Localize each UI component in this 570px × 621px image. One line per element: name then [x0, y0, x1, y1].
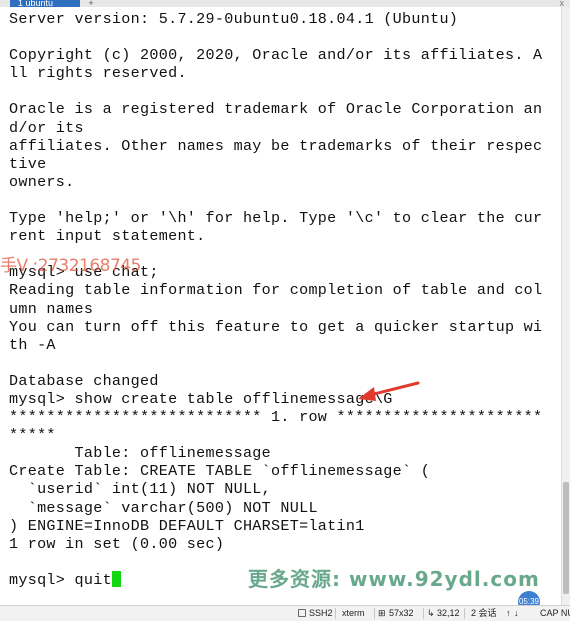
terminal-line: Create Table: CREATE TABLE `offlinemessa…	[9, 462, 431, 481]
divider	[335, 608, 336, 619]
vertical-scrollbar[interactable]	[561, 7, 570, 605]
status-bar: SSH2 xterm ⊞ 57x32 ↳ 32,12 2 会话 ↑ ↓ CAP …	[0, 605, 570, 621]
terminal-line: rent input statement.	[9, 227, 206, 246]
terminal-line: affiliates. Other names may be trademark…	[9, 136, 543, 155]
terminal-size-icon: ⊞	[378, 608, 386, 618]
terminal-line: tive	[9, 154, 47, 173]
caps-indicator: CAP NU	[540, 608, 570, 618]
divider	[464, 608, 465, 619]
divider	[374, 608, 375, 619]
close-icon[interactable]: x	[560, 0, 565, 8]
terminal-line: `message` varchar(500) NOT NULL	[9, 498, 318, 517]
site-watermark: 更多资源: www.92ydl.com	[248, 567, 540, 591]
divider	[423, 608, 424, 619]
lock-icon	[298, 609, 306, 617]
scrollbar-thumb[interactable]	[563, 482, 569, 594]
arrow-up-icon[interactable]: ↑	[506, 606, 511, 621]
terminal-line: ll rights reserved.	[9, 64, 187, 83]
arrow-down-icon[interactable]: ↓	[514, 606, 519, 621]
terminal-line: Copyright (c) 2000, 2020, Oracle and/or …	[9, 46, 543, 65]
terminal-line: th -A	[9, 335, 56, 354]
terminal-line: mysql> show create table offlinemessage\…	[9, 389, 393, 408]
terminal-line: You can turn off this feature to get a q…	[9, 317, 543, 336]
terminal-line: Table: offlinemessage	[9, 444, 272, 463]
terminal-lines: Server version: 5.7.29-0ubuntu0.18.04.1 …	[9, 10, 542, 589]
cursor-position: 32,12	[437, 608, 460, 618]
annotation-arrow-icon	[358, 381, 420, 401]
terminal-size: 57x32	[389, 608, 414, 618]
terminal-type: xterm	[342, 608, 365, 618]
terminal-line: Oracle is a registered trademark of Orac…	[9, 100, 543, 119]
terminal-line: ) ENGINE=InnoDB DEFAULT CHARSET=latin1	[9, 516, 365, 535]
contact-watermark: 手V :2732168745	[0, 256, 141, 276]
cursor-position-icon: ↳	[427, 608, 435, 618]
session-tab[interactable]: 1 ubuntu	[10, 0, 80, 7]
terminal-line: umn names	[9, 299, 94, 318]
terminal-line: d/or its	[9, 118, 84, 137]
protocol-label: SSH2	[309, 608, 333, 618]
cursor	[111, 570, 121, 587]
terminal-line: 1 row in set (0.00 sec)	[9, 534, 225, 553]
session-count: 2 会话	[471, 608, 497, 618]
terminal-line: Server version: 5.7.29-0ubuntu0.18.04.1 …	[9, 10, 459, 28]
terminal-line: `userid` int(11) NOT NULL,	[9, 480, 272, 499]
terminal-line: Database changed	[9, 371, 159, 390]
terminal-line: *****	[9, 426, 56, 445]
add-tab-button[interactable]: +	[86, 0, 96, 8]
prompt-text: mysql> quit	[9, 570, 112, 589]
terminal-line: Reading table information for completion…	[9, 281, 543, 300]
protocol-status: SSH2	[298, 606, 333, 621]
terminal-output[interactable]: Server version: 5.7.29-0ubuntu0.18.04.1 …	[0, 7, 562, 605]
terminal-line: *************************** 1. row *****…	[9, 408, 543, 427]
terminal-line: Type 'help;' or '\h' for help. Type '\c'…	[9, 209, 543, 228]
terminal-line: owners.	[9, 172, 75, 191]
